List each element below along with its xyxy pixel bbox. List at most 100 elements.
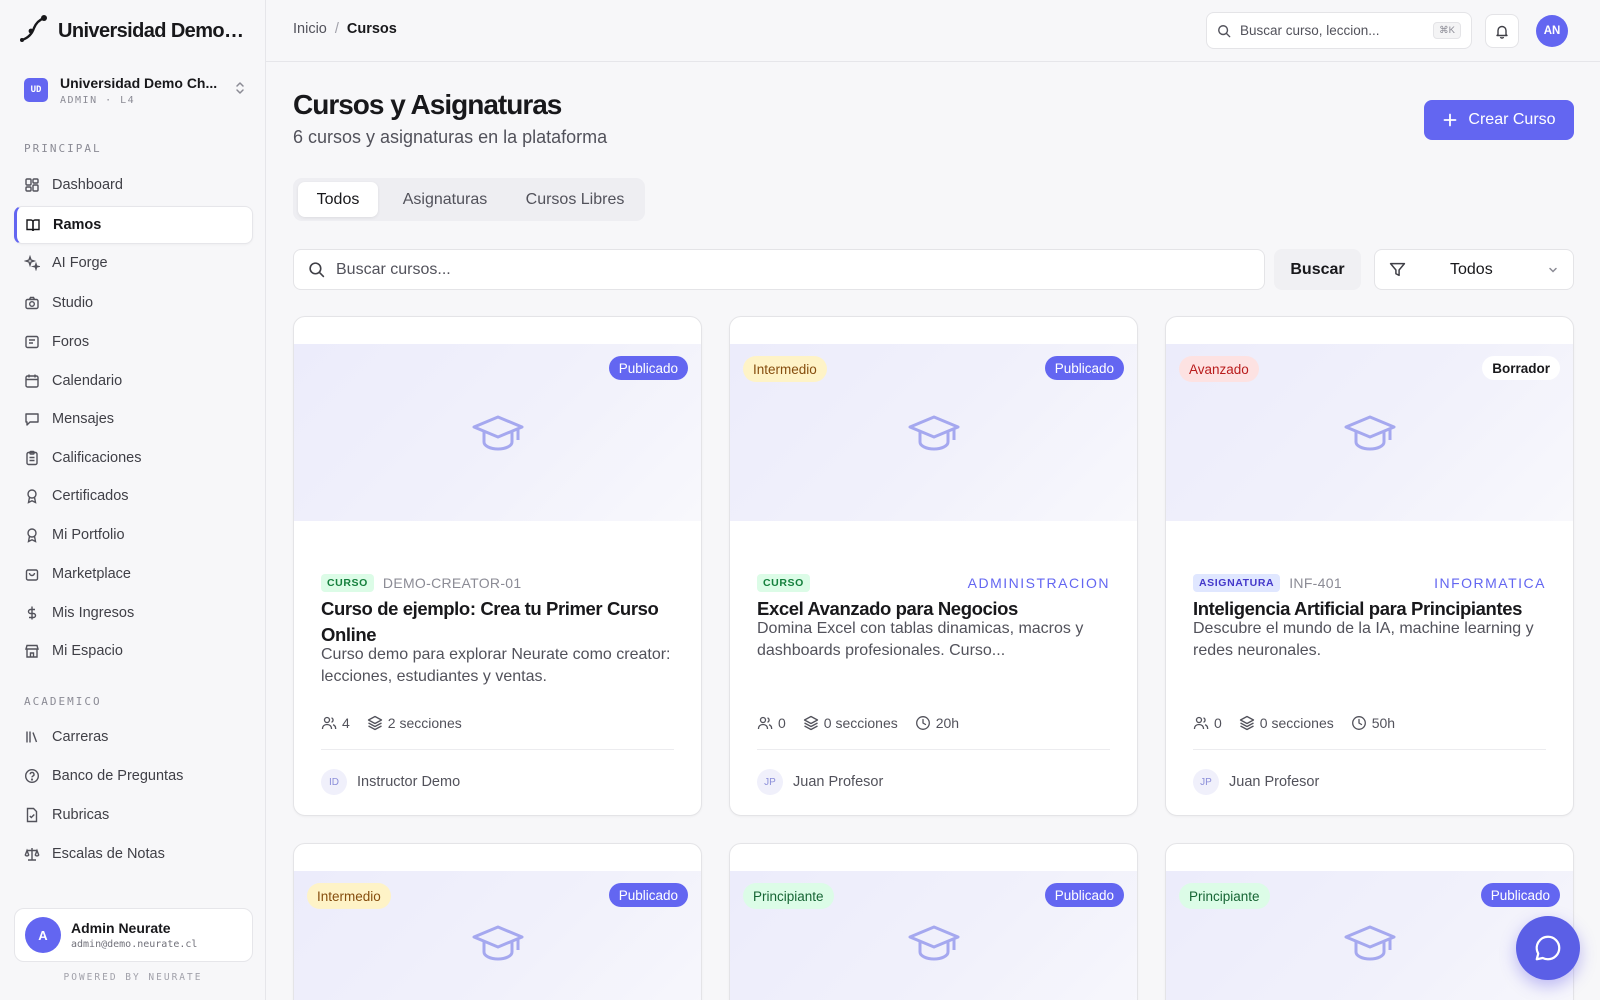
course-thumbnail: Principiante Publicado	[1166, 871, 1573, 1000]
sidebar-item-label: Mi Portfolio	[52, 527, 125, 543]
sidebar-item-mensajes[interactable]: Mensajes	[14, 400, 253, 438]
sidebar-item-label: AI Forge	[52, 255, 108, 271]
course-card[interactable]: Intermedio Publicado	[293, 843, 702, 1000]
sparkles-icon	[24, 255, 40, 271]
sidebar-item-label: Mensajes	[52, 411, 115, 427]
course-card[interactable]: Avanzado Borrador ASIGNATURA INF-401 INF…	[1165, 316, 1574, 816]
search-icon	[1217, 24, 1231, 38]
nav-section-academico: ACADEMICO	[24, 695, 102, 708]
award-icon	[24, 527, 40, 543]
instructor: JP Juan Profesor	[757, 769, 883, 795]
sidebar-item-label: Mis Ingresos	[52, 605, 135, 621]
clock-icon	[1351, 715, 1367, 731]
sidebar-item-escalas-de-notas[interactable]: Escalas de Notas	[14, 835, 253, 873]
breadcrumb-separator: /	[334, 21, 339, 37]
students-count: 0	[1214, 715, 1222, 731]
sidebar-item-label: Ramos	[53, 217, 102, 233]
graduation-cap-icon	[908, 923, 960, 963]
dollar-icon	[24, 605, 40, 621]
search-button[interactable]: Buscar	[1274, 249, 1361, 290]
duration-stat: 50h	[1351, 715, 1395, 731]
org-badge: UD	[24, 78, 48, 102]
tab-asignaturas[interactable]: Asignaturas	[382, 182, 508, 217]
sidebar-item-ramos[interactable]: Ramos	[14, 206, 253, 244]
filter-icon	[1389, 261, 1406, 278]
sidebar-item-label: Banco de Preguntas	[52, 768, 184, 784]
page-title: Cursos y Asignaturas	[293, 89, 562, 120]
status-filter-select[interactable]: Todos	[1374, 249, 1574, 290]
card-divider	[321, 749, 674, 750]
course-card[interactable]: Principiante Publicado	[1165, 843, 1574, 1000]
sidebar-item-mi-portfolio[interactable]: Mi Portfolio	[14, 516, 253, 554]
type-tag: ASIGNATURA	[1193, 574, 1281, 592]
user-avatar-button[interactable]: AN	[1536, 15, 1568, 47]
camera-icon	[24, 295, 40, 311]
sidebar-item-banco-de-preguntas[interactable]: Banco de Preguntas	[14, 757, 253, 795]
course-search-input[interactable]: Buscar cursos...	[293, 249, 1265, 290]
help-circle-icon	[24, 768, 40, 784]
sidebar-item-carreras[interactable]: Carreras	[14, 718, 253, 756]
sidebar-item-label: Calificaciones	[52, 450, 142, 466]
status-badge: Publicado	[608, 356, 688, 380]
sidebar-item-marketplace[interactable]: Marketplace	[14, 555, 253, 593]
tab-todos[interactable]: Todos	[298, 182, 378, 217]
award-icon	[24, 488, 40, 504]
sidebar-item-calendario[interactable]: Calendario	[14, 362, 253, 400]
course-card[interactable]: Intermedio Publicado CURSO ADMINISTRACIO…	[729, 316, 1138, 816]
chat-button[interactable]	[1516, 916, 1580, 980]
sections-stat: 0 secciones	[1239, 715, 1334, 731]
type-tag: CURSO	[321, 574, 374, 592]
create-course-label: Crear Curso	[1468, 111, 1556, 128]
sidebar-item-foros[interactable]: Foros	[14, 323, 253, 361]
course-description: Descubre el mundo de la IA, machine lear…	[1193, 620, 1534, 659]
book-icon	[25, 217, 41, 233]
brand[interactable]: Universidad Demo Ch...	[18, 14, 258, 46]
level-badge: Intermedio	[743, 356, 827, 382]
level-badge: Intermedio	[307, 883, 391, 909]
sections-count: 2 secciones	[387, 715, 462, 731]
nav-section-principal: PRINCIPAL	[24, 142, 102, 155]
course-card[interactable]: Publicado CURSO DEMO-CREATOR-01 Curso de…	[293, 316, 702, 816]
sidebar-item-dashboard[interactable]: Dashboard	[14, 166, 253, 204]
graduation-cap-icon	[1344, 413, 1396, 453]
global-search-input[interactable]: Buscar curso, leccion... ⌘K	[1206, 12, 1472, 49]
message-icon	[24, 411, 40, 427]
filter-value: Todos	[1450, 260, 1493, 278]
sidebar-item-ai-forge[interactable]: AI Forge	[14, 244, 253, 282]
sidebar-item-studio[interactable]: Studio	[14, 284, 253, 322]
page-subtitle: 6 cursos y asignaturas en la plataforma	[293, 127, 608, 147]
students-stat: 0	[1193, 715, 1222, 731]
sidebar-item-rubricas[interactable]: Rubricas	[14, 796, 253, 834]
org-switcher[interactable]: UD Universidad Demo Ch... ADMIN · L4	[24, 70, 246, 110]
status-badge: Publicado	[1044, 356, 1124, 380]
user-email: admin@demo.neurate.cl	[71, 939, 198, 950]
sidebar-item-label: Foros	[52, 334, 90, 350]
sidebar-item-mis-ingresos[interactable]: Mis Ingresos	[14, 594, 253, 632]
sections-count: 0 secciones	[1259, 715, 1334, 731]
user-card[interactable]: A Admin Neurate admin@demo.neurate.cl	[14, 908, 253, 962]
tab-cursos-libres[interactable]: Cursos Libres	[510, 182, 640, 217]
instructor: ID Instructor Demo	[321, 769, 460, 795]
instructor-name: Juan Profesor	[1229, 774, 1320, 790]
breadcrumb-home[interactable]: Inicio	[293, 21, 327, 37]
create-course-button[interactable]: Crear Curso	[1424, 100, 1574, 140]
org-role: ADMIN · L4	[60, 94, 136, 106]
sidebar-item-label: Marketplace	[52, 566, 131, 582]
user-name: Admin Neurate	[71, 920, 171, 936]
sidebar-item-calificaciones[interactable]: Calificaciones	[14, 439, 253, 477]
status-badge: Publicado	[1044, 883, 1124, 907]
notifications-button[interactable]	[1485, 14, 1519, 48]
course-thumbnail: Publicado	[294, 344, 701, 521]
sidebar-item-label: Dashboard	[52, 177, 123, 193]
course-card[interactable]: Principiante Publicado	[729, 843, 1138, 1000]
clock-icon	[915, 715, 931, 731]
sidebar-item-mi-espacio[interactable]: Mi Espacio	[14, 632, 253, 670]
duration-value: 20h	[935, 715, 960, 731]
sidebar-item-certificados[interactable]: Certificados	[14, 477, 253, 515]
clipboard-icon	[24, 450, 40, 466]
card-divider	[1193, 749, 1546, 750]
graduation-cap-icon	[1344, 923, 1396, 963]
file-check-icon	[24, 807, 40, 823]
course-thumbnail: Avanzado Borrador	[1166, 344, 1573, 521]
forum-icon	[24, 334, 40, 350]
